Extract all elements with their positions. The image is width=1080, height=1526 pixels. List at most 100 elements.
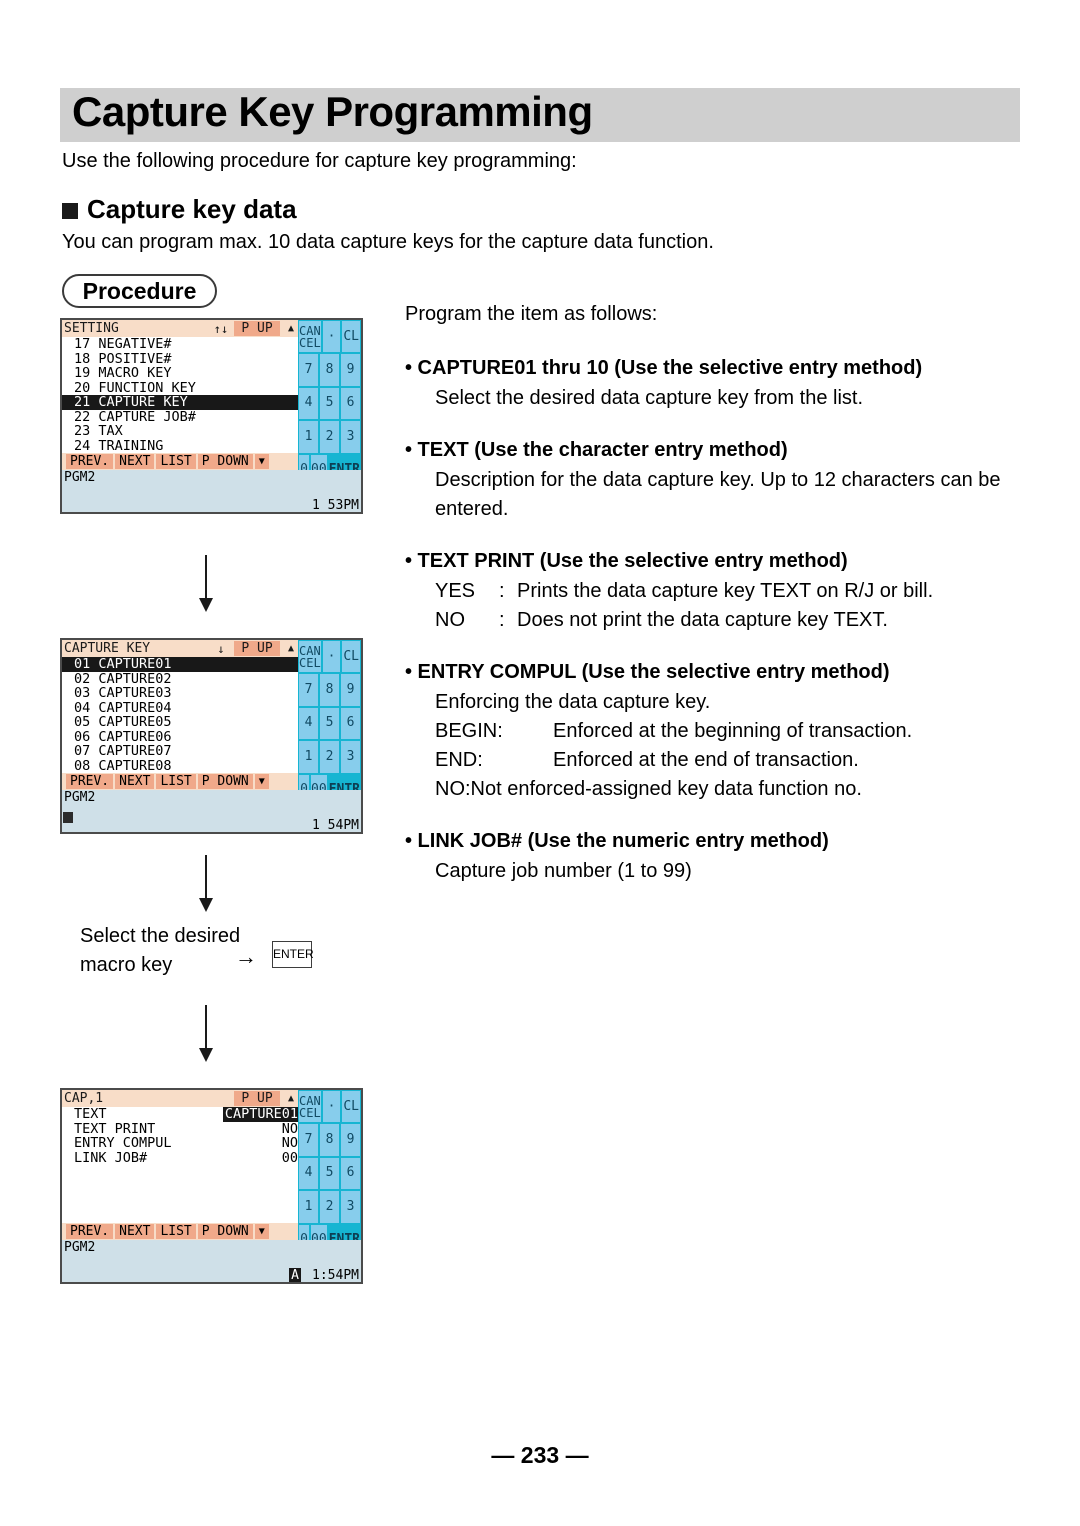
lcd-list-item[interactable]: TEXT PRINT NO <box>62 1121 302 1137</box>
lcd-fn-next[interactable]: NEXT <box>115 774 155 789</box>
keypad-key-9[interactable]: 9 <box>341 354 360 386</box>
keypad-key-5[interactable]: 5 <box>320 1157 339 1190</box>
lcd-fn-p-down[interactable]: P DOWN <box>197 1224 253 1239</box>
keypad-key-1[interactable]: 1 <box>299 741 318 773</box>
lcd-mode-label: PGM2 <box>64 790 96 805</box>
keypad-key-7[interactable]: 7 <box>299 674 318 706</box>
keypad-key-8[interactable]: 8 <box>320 674 339 706</box>
lcd-list-item[interactable]: 03 CAPTURE03 <box>62 686 302 701</box>
keypad-key-[interactable]: · <box>322 321 341 353</box>
lcd-fn-list[interactable]: LIST <box>156 1224 196 1239</box>
instruction-block-heading: • TEXT (Use the character entry method) <box>405 439 788 461</box>
section-heading: Capture key data <box>62 194 297 225</box>
keypad-key-[interactable]: · <box>322 1091 341 1123</box>
lcd-screen-capture-key: CAPTURE KEY ↓ P UP ▲ 01 CAPTURE01 02 CAPTURE0… <box>60 638 363 834</box>
keypad-key-1[interactable]: 1 <box>299 421 318 453</box>
lcd-page-up-button[interactable]: P UP <box>234 641 280 656</box>
keypad-key-cancel[interactable]: CAN CEL <box>299 641 321 673</box>
keypad-key-5[interactable]: 5 <box>320 707 339 740</box>
lcd-fn-prev[interactable]: PREV. <box>66 454 114 469</box>
keypad-key-3[interactable]: 3 <box>341 741 360 773</box>
keypad-key-[interactable]: · <box>322 641 341 673</box>
middle-note-line2: macro key <box>80 954 173 976</box>
lcd-fn-p-down[interactable]: P DOWN <box>197 454 253 469</box>
lcd-list-item[interactable] <box>62 1180 302 1195</box>
lcd-list-item[interactable] <box>62 1194 302 1209</box>
keypad-key-6[interactable]: 6 <box>341 387 360 420</box>
instruction-block: • CAPTURE01 thru 10 (Use the selective e… <box>405 354 1020 413</box>
instruction-block-tail: NO:Not enforced-assigned key data functi… <box>435 778 862 800</box>
lcd-list-item[interactable]: 06 CAPTURE06 <box>62 729 302 745</box>
keypad-key-4[interactable]: 4 <box>299 1157 318 1190</box>
keypad-row: CAN CEL · CL <box>298 1090 361 1123</box>
keypad-key-3[interactable]: 3 <box>341 1191 360 1223</box>
lcd-scroll-down-icon[interactable]: ▼ <box>254 454 269 469</box>
lcd-list-item[interactable]: 07 CAPTURE07 <box>62 744 302 759</box>
section-heading-label: Capture key data <box>87 194 297 224</box>
instruction-option-value: Enforced at the beginning of transaction… <box>553 720 913 742</box>
keypad-key-cl[interactable]: CL <box>342 641 360 673</box>
lcd-list-item[interactable]: 18 POSITIVE# <box>62 351 302 367</box>
lcd-scroll-down-icon[interactable]: ▼ <box>254 774 269 789</box>
lcd-fn-next[interactable]: NEXT <box>115 454 155 469</box>
lcd-list-item[interactable]: 24 TRAINING <box>62 438 302 454</box>
keypad-key-8[interactable]: 8 <box>320 354 339 386</box>
lcd-list-item[interactable]: 17 NEGATIVE# <box>62 337 302 352</box>
keypad-key-9[interactable]: 9 <box>341 1124 360 1156</box>
lcd-fn-p-down[interactable]: P DOWN <box>197 774 253 789</box>
lcd-fn-next[interactable]: NEXT <box>115 1224 155 1239</box>
keypad-key-4[interactable]: 4 <box>299 387 318 420</box>
lcd-list-item[interactable]: 05 CAPTURE05 <box>62 715 302 730</box>
lcd-scroll-down-icon[interactable]: ▼ <box>254 1224 269 1239</box>
keypad-key-6[interactable]: 6 <box>341 1157 360 1190</box>
keypad-key-4[interactable]: 4 <box>299 707 318 740</box>
keypad-key-5[interactable]: 5 <box>320 387 339 420</box>
lcd-page-up-button[interactable]: P UP <box>234 1091 280 1106</box>
lcd-list-item[interactable]: 23 TAX <box>62 424 302 439</box>
keypad-key-8[interactable]: 8 <box>320 1124 339 1156</box>
keypad-key-cancel[interactable]: CAN CEL <box>299 1091 321 1123</box>
keypad-key-2[interactable]: 2 <box>320 741 339 773</box>
lcd-list-item[interactable] <box>62 1209 302 1224</box>
lcd-fn-list[interactable]: LIST <box>156 774 196 789</box>
keypad-key-cl[interactable]: CL <box>342 321 360 353</box>
lcd-list-item[interactable]: 22 CAPTURE JOB# <box>62 409 302 425</box>
lcd-cursor-block <box>63 812 73 823</box>
lcd-list-item[interactable]: 04 CAPTURE04 <box>62 700 302 716</box>
lcd-page-up-button[interactable]: P UP <box>234 321 280 336</box>
lcd-fn-list[interactable]: LIST <box>156 454 196 469</box>
instruction-option-key: YES <box>435 580 476 602</box>
lcd-list-item[interactable]: 19 MACRO KEY <box>62 366 302 381</box>
lcd-list-item[interactable]: 21 CAPTURE KEY <box>62 395 302 410</box>
lcd-mode-label: PGM2 <box>64 1240 96 1255</box>
keypad-key-cancel[interactable]: CAN CEL <box>299 321 321 353</box>
keypad-key-9[interactable]: 9 <box>341 674 360 706</box>
keypad-key-2[interactable]: 2 <box>320 1191 339 1223</box>
instruction-block-heading: • CAPTURE01 thru 10 (Use the selective e… <box>405 357 923 379</box>
lcd-header: SETTING ↑↓ P UP ▲ <box>62 320 302 337</box>
instruction-option-list: BEGIN: Enforced at the beginning of trans… <box>405 717 1020 775</box>
instruction-block-body: Capture job number (1 to 99) <box>435 860 692 882</box>
lcd-list-item[interactable]: 02 CAPTURE02 <box>62 671 302 687</box>
keypad-key-7[interactable]: 7 <box>299 1124 318 1156</box>
lcd-status-bar: PGM2 A 1:54PM <box>62 1240 361 1282</box>
lcd-list-item[interactable]: TEXT CAPTURE01 <box>62 1107 302 1122</box>
lcd-fn-prev[interactable]: PREV. <box>66 774 114 789</box>
lcd-list-item[interactable] <box>62 1165 302 1180</box>
keypad-key-cl[interactable]: CL <box>342 1091 360 1123</box>
keypad-key-2[interactable]: 2 <box>320 421 339 453</box>
instruction-option-row: END: Enforced at the end of transaction. <box>435 746 1020 775</box>
keypad-key-3[interactable]: 3 <box>341 421 360 453</box>
lcd-list-item[interactable]: LINK JOB# 00 <box>62 1150 302 1166</box>
lcd-list-item[interactable]: 08 CAPTURE08 <box>62 758 302 774</box>
lcd-list-item[interactable]: ENTRY COMPUL NO <box>62 1136 302 1151</box>
enter-key-button[interactable]: ENTER <box>272 941 314 968</box>
keypad-key-1[interactable]: 1 <box>299 1191 318 1223</box>
keypad-key-7[interactable]: 7 <box>299 354 318 386</box>
lcd-fn-prev[interactable]: PREV. <box>66 1224 114 1239</box>
lcd-list-item[interactable]: 01 CAPTURE01 <box>62 657 302 672</box>
keypad-key-6[interactable]: 6 <box>341 707 360 740</box>
flow-arrow-2 <box>199 855 213 912</box>
keypad-row: CAN CEL · CL <box>298 320 361 353</box>
lcd-list-item[interactable]: 20 FUNCTION KEY <box>62 380 302 396</box>
